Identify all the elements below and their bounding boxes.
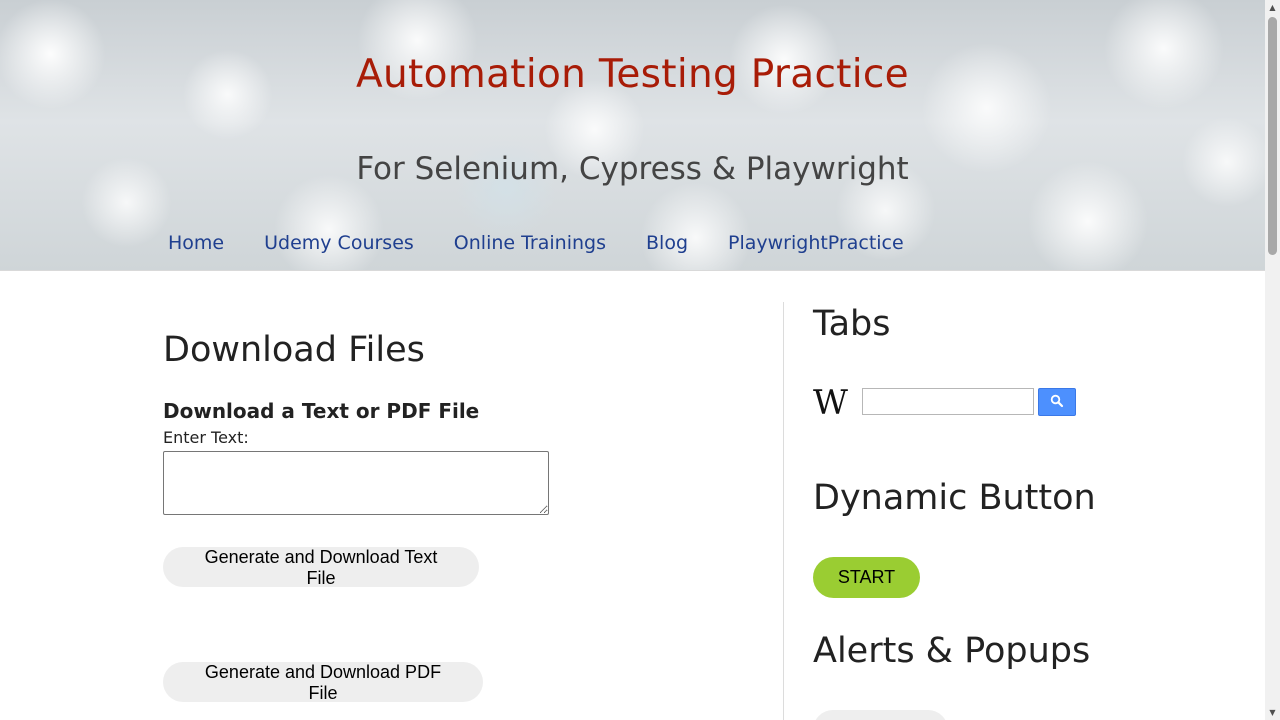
download-text-input[interactable] (163, 451, 549, 515)
generate-text-file-button[interactable]: Generate and Download Text File (163, 547, 479, 588)
download-files-title: Download Files (163, 330, 425, 370)
alert-button-partial[interactable] (813, 710, 948, 720)
vertical-scrollbar[interactable]: ▲ ▼ (1265, 0, 1280, 720)
generate-pdf-file-button[interactable]: Generate and Download PDF File (163, 662, 483, 703)
download-subtitle: Download a Text or PDF File (163, 399, 480, 423)
nav-online-trainings[interactable]: Online Trainings (454, 232, 606, 254)
site-title[interactable]: Automation Testing Practice (0, 52, 1265, 97)
nav-playwright-practice[interactable]: PlaywrightPractice (728, 232, 904, 254)
column-divider (783, 302, 784, 720)
triangle-up-icon[interactable]: ▲ (1265, 0, 1280, 15)
nav-udemy-courses[interactable]: Udemy Courses (264, 232, 414, 254)
wikipedia-logo-icon: W (813, 383, 848, 423)
enter-text-label: Enter Text: (163, 428, 249, 447)
scrollbar-thumb[interactable] (1268, 17, 1277, 255)
alerts-popups-title: Alerts & Popups (813, 631, 1091, 671)
triangle-down-icon[interactable]: ▼ (1265, 705, 1280, 720)
page: Automation Testing Practice For Selenium… (0, 0, 1265, 720)
site-tagline: For Selenium, Cypress & Playwright (356, 151, 909, 187)
nav-home[interactable]: Home (168, 232, 224, 254)
dynamic-button-title: Dynamic Button (813, 478, 1096, 518)
tabs-title: Tabs (813, 304, 891, 344)
wikipedia-search-button[interactable] (1038, 388, 1076, 416)
main-nav: Home Udemy Courses Online Trainings Blog… (168, 232, 944, 254)
wikipedia-search-widget: W (813, 386, 1113, 420)
search-icon (1050, 394, 1064, 407)
nav-blog[interactable]: Blog (646, 232, 688, 254)
wikipedia-search-input[interactable] (862, 388, 1034, 415)
start-button[interactable]: START (813, 557, 920, 598)
header-banner: Automation Testing Practice For Selenium… (0, 0, 1265, 271)
